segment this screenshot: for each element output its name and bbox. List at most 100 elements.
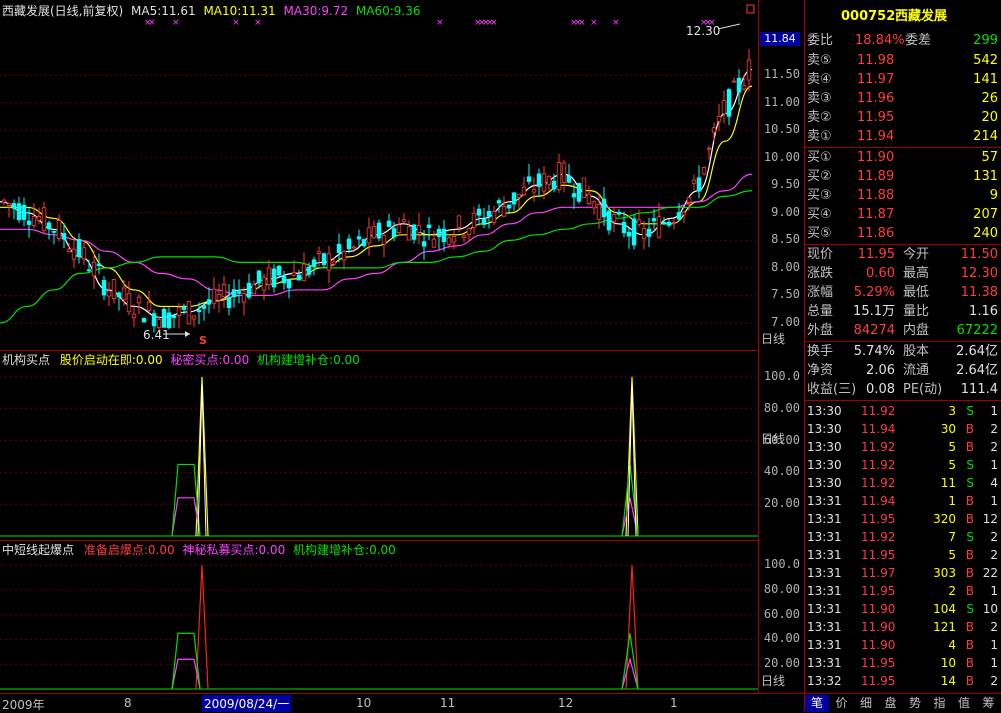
candle-body: [301, 263, 307, 282]
stat-label: 涨幅: [807, 285, 834, 300]
quote-tab-5[interactable]: 指: [928, 695, 952, 712]
ind2-y-axis: 100.0 80.00 60.00 40.00 20.00: [759, 541, 804, 693]
tick-count: 1: [990, 656, 998, 670]
stat-value: 15.1万: [853, 304, 895, 319]
tick-volume: 104: [933, 602, 956, 616]
sell-row: 卖③ 11.96 26: [805, 90, 1001, 108]
buy-label: 买④: [807, 207, 832, 222]
signal-mark: ×: [436, 18, 444, 28]
candle-body: [556, 162, 562, 190]
tick-side: B: [965, 674, 974, 688]
candle-body: [296, 274, 302, 281]
ind-series-2: [171, 463, 639, 537]
stock-code: 000752: [841, 9, 896, 24]
candle-body: [141, 318, 147, 323]
candle-body: [746, 59, 752, 81]
tick-time: 13:31: [807, 602, 842, 616]
quote-tab-0[interactable]: 笔: [805, 695, 829, 712]
candle-body: [186, 301, 192, 325]
candle-body: [456, 215, 462, 228]
candle-body: [366, 227, 372, 244]
side-tab-1[interactable]: 日线: [761, 330, 785, 347]
sell-volume: 214: [973, 129, 998, 144]
candle-body: [646, 228, 652, 237]
candle-body: [111, 279, 117, 299]
price-panel[interactable]: 西藏发展(日线,前复权) MA5:11.61 MA10:11.31 MA30:9…: [0, 0, 758, 350]
candle-body: [436, 228, 442, 237]
sell-row: 卖⑤ 11.98 542: [805, 52, 1001, 70]
candle-body: [566, 175, 572, 183]
tick-volume: 5: [948, 440, 956, 454]
stat-label: 内盘: [903, 323, 930, 338]
candle-body: [661, 221, 667, 224]
tick-volume: 14: [940, 674, 956, 688]
candle-body: [181, 306, 187, 310]
tick-time: 13:31: [807, 494, 842, 508]
bottom-tabs: 笔价细盘势指值筹: [805, 693, 1001, 712]
quote-tab-2[interactable]: 细: [854, 695, 878, 712]
stat-label: 最高: [903, 266, 930, 281]
tick-count: 1: [990, 404, 998, 418]
ind-series-1: [171, 497, 639, 537]
stat-row: 涨幅 5.29% 最低 11.38: [805, 284, 1001, 302]
corner-box: [746, 4, 755, 14]
tick-time: 13:30: [807, 404, 842, 418]
buy-volume: 240: [973, 226, 998, 241]
tick-time: 13:31: [807, 620, 842, 634]
candle-body: [651, 218, 657, 222]
candle-body: [261, 276, 267, 291]
candle-body: [126, 292, 132, 313]
ind-y-tick: 100.0: [763, 368, 800, 383]
stat-value: 84274: [853, 323, 895, 338]
weicha-value: 299: [973, 33, 998, 48]
candle-body: [461, 235, 467, 239]
candle-body: [476, 208, 482, 216]
quote-tab-4[interactable]: 势: [903, 695, 927, 712]
tick-price: 11.97: [861, 566, 896, 580]
buy-price: 11.87: [857, 207, 895, 222]
stat2-label: PE(动): [903, 382, 943, 397]
tick-price: 11.95: [861, 656, 896, 670]
indicator-panel-1[interactable]: 机构买点 股价启动在即:0.00 秘密买点:0.00 机构建增补仓:0.00: [0, 351, 758, 540]
quote-tab-6[interactable]: 值: [952, 695, 976, 712]
quote-title-row: 000752 西藏发展: [805, 8, 1001, 26]
tick-side: B: [965, 656, 974, 670]
quote-tab-3[interactable]: 盘: [879, 695, 903, 712]
candle-body: [191, 315, 197, 320]
tick-count: 10: [982, 602, 998, 616]
indicator2-chart: [0, 564, 758, 690]
tick-price: 11.90: [861, 602, 896, 616]
candle-body: [416, 225, 422, 233]
tick-row: 13:31 11.95 10 B 1: [805, 654, 1001, 672]
side-tab-2[interactable]: 日线: [761, 430, 785, 447]
tick-time: 13:31: [807, 566, 842, 580]
side-tab-3[interactable]: 日线: [761, 672, 785, 689]
tick-volume: 11: [940, 476, 956, 490]
candle-body: [466, 228, 472, 236]
separator: [805, 147, 1001, 148]
candle-body: [236, 291, 242, 294]
buy-price: 11.86: [857, 226, 895, 241]
quote-tab-1[interactable]: 价: [830, 695, 854, 712]
price-y-tick: 8.50: [771, 232, 800, 247]
low-price-label: 6.41: [143, 328, 170, 342]
candle-body: [351, 246, 357, 249]
candle-body: [711, 127, 717, 133]
quote-tab-7[interactable]: 筹: [977, 695, 1001, 712]
tick-time: 13:31: [807, 530, 842, 544]
tick-price: 11.92: [861, 404, 896, 418]
buy-label: 买①: [807, 150, 832, 165]
sell-label: 卖④: [807, 72, 832, 87]
candle-body: [21, 204, 27, 220]
ind-y-tick: 100.0: [763, 557, 800, 572]
tick-side: B: [965, 548, 974, 562]
tick-price: 11.92: [861, 476, 896, 490]
candle-body: [306, 266, 312, 275]
price-y-tick: 11.50: [763, 67, 800, 82]
stat-value: 11.38: [960, 285, 998, 300]
candle-body: [696, 177, 702, 192]
x-label-12: 12: [558, 696, 574, 710]
indicator-panel-2[interactable]: 中短线起爆点 准备启爆点:0.00 神秘私募买点:0.00 机构建增补仓:0.0…: [0, 541, 758, 693]
tick-side: S: [966, 476, 974, 490]
separator: [805, 244, 1001, 245]
